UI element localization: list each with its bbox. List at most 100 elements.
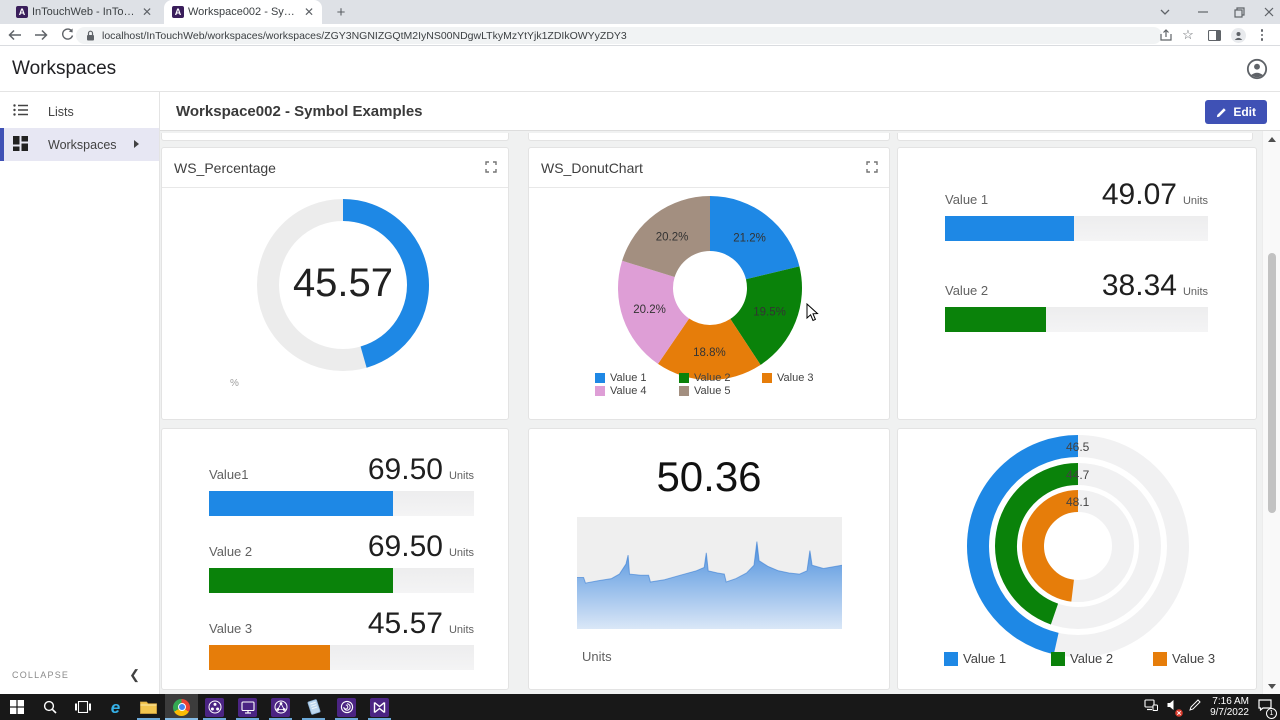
svg-text:18.8%: 18.8% bbox=[693, 347, 726, 359]
bar-label: Value 2 bbox=[945, 283, 988, 298]
address-bar[interactable]: localhost/InTouchWeb/workspaces/workspac… bbox=[76, 27, 1162, 44]
scrollbar-thumb[interactable] bbox=[1268, 253, 1276, 513]
svg-text:19.5%: 19.5% bbox=[753, 306, 786, 318]
legend-label: Value 2 bbox=[1070, 651, 1113, 666]
svg-text:20.2%: 20.2% bbox=[656, 231, 689, 243]
fullscreen-icon[interactable] bbox=[865, 161, 879, 175]
bar-track bbox=[209, 491, 474, 516]
tab-title: InTouchWeb - InTouch Introduction bbox=[32, 6, 136, 18]
trend-value: 50.36 bbox=[529, 453, 889, 501]
scroll-down-icon[interactable] bbox=[1263, 678, 1280, 694]
aveva-favicon: A bbox=[172, 6, 184, 18]
card-partial bbox=[161, 133, 509, 141]
new-tab-button[interactable]: + bbox=[330, 3, 352, 21]
bookmark-star-icon[interactable]: ☆ bbox=[1178, 26, 1198, 44]
sidebar-item-label: Lists bbox=[48, 105, 74, 119]
pen-tray-icon[interactable] bbox=[1189, 698, 1201, 716]
fullscreen-icon[interactable] bbox=[484, 161, 498, 175]
url-text: localhost/InTouchWeb/workspaces/workspac… bbox=[102, 30, 627, 42]
window-restore-button[interactable] bbox=[1222, 0, 1256, 24]
card-title: WS_Percentage bbox=[174, 160, 276, 176]
legend-label: Value 4 bbox=[610, 385, 647, 397]
intouch-app-icon[interactable] bbox=[231, 694, 264, 720]
sidebar-collapse[interactable]: COLLAPSE ❮ bbox=[0, 664, 160, 686]
browser-tab-intouchweb[interactable]: A InTouchWeb - InTouch Introduction ✕ bbox=[8, 0, 160, 24]
donut-chart: 21.2%19.5%18.8%20.2%20.2% bbox=[529, 188, 891, 388]
bar-value: 45.57 bbox=[368, 607, 443, 641]
windows-taskbar: e bbox=[0, 694, 1280, 720]
network-app-icon[interactable] bbox=[264, 694, 297, 720]
legend-swatch bbox=[762, 373, 772, 383]
bar-row: Value 3 45.57 Units bbox=[209, 607, 474, 670]
system-management-console-icon[interactable] bbox=[198, 694, 231, 720]
window-menu-chevron-icon[interactable] bbox=[1148, 0, 1182, 24]
system-tray: 7:16 AM 9/7/2022 1 bbox=[1144, 694, 1280, 720]
side-panel-icon[interactable] bbox=[1204, 26, 1224, 44]
volume-muted-icon[interactable] bbox=[1167, 698, 1180, 716]
historian-app-icon[interactable] bbox=[363, 694, 396, 720]
reload-icon[interactable] bbox=[56, 26, 78, 44]
bar-row: Value 2 38.34Units bbox=[945, 269, 1208, 332]
share-icon[interactable] bbox=[1156, 26, 1176, 44]
window-minimize-button[interactable] bbox=[1186, 0, 1220, 24]
list-icon bbox=[13, 103, 29, 120]
tab-close-icon[interactable]: ✕ bbox=[140, 5, 154, 19]
percentage-value: 45.57 bbox=[193, 261, 493, 306]
window-close-button[interactable] bbox=[1252, 0, 1280, 24]
forward-icon[interactable] bbox=[30, 26, 52, 44]
edit-button-label: Edit bbox=[1233, 105, 1256, 119]
network-tray-icon[interactable] bbox=[1144, 698, 1158, 716]
vertical-scrollbar[interactable] bbox=[1262, 131, 1280, 694]
bar-unit: Units bbox=[449, 470, 474, 482]
account-icon[interactable] bbox=[1246, 58, 1268, 80]
edit-button[interactable]: Edit bbox=[1205, 100, 1267, 124]
legend-item: Value 1 bbox=[595, 372, 647, 384]
internet-explorer-icon[interactable]: e bbox=[99, 694, 132, 720]
bar-label: Value 3 bbox=[209, 621, 252, 636]
sidebar-item-lists[interactable]: Lists bbox=[0, 95, 159, 128]
legend-item: Value 2 bbox=[679, 372, 731, 384]
bar-fill bbox=[209, 645, 330, 670]
legend-label: Value 5 bbox=[694, 385, 731, 397]
bar-value: 69.50 bbox=[368, 530, 443, 564]
legend-swatch bbox=[595, 373, 605, 383]
percentage-unit: % bbox=[230, 378, 239, 389]
bar-row: Value 2 69.50Units bbox=[209, 530, 474, 593]
bar-unit: Units bbox=[449, 624, 474, 636]
svg-text:44.7: 44.7 bbox=[1066, 468, 1090, 482]
bar-unit: Units bbox=[1183, 195, 1208, 207]
app-title: Workspaces bbox=[12, 58, 116, 80]
mouse-cursor bbox=[806, 303, 820, 328]
svg-text:21.2%: 21.2% bbox=[733, 233, 766, 245]
tab-close-icon[interactable]: ✕ bbox=[302, 5, 316, 19]
legend-label: Value 1 bbox=[610, 372, 647, 384]
task-view-icon[interactable] bbox=[66, 694, 99, 720]
action-center-icon[interactable]: 1 bbox=[1258, 698, 1272, 716]
trend-unit: Units bbox=[582, 649, 612, 664]
profile-avatar[interactable] bbox=[1228, 26, 1248, 44]
card-bars-bottom: Value1 69.50Units Value 2 69.50Units Val… bbox=[161, 428, 509, 690]
taskbar-search-icon[interactable] bbox=[33, 694, 66, 720]
sidebar-item-workspaces[interactable]: Workspaces bbox=[0, 128, 159, 161]
legend-swatch bbox=[1051, 652, 1065, 666]
card-ws-donutchart: WS_DonutChart 21.2%19.5%18.8%20.2%20.2% … bbox=[528, 147, 890, 420]
bar-fill bbox=[209, 491, 393, 516]
browser-tab-workspace002[interactable]: A Workspace002 - Symbol Examples ✕ bbox=[164, 0, 322, 24]
start-button[interactable] bbox=[0, 694, 33, 720]
windowmaker-notebook-icon[interactable] bbox=[297, 694, 330, 720]
back-icon[interactable] bbox=[4, 26, 26, 44]
card-trend: 50.36 Units bbox=[528, 428, 890, 690]
legend-label: Value 1 bbox=[963, 651, 1006, 666]
submenu-caret-icon bbox=[134, 140, 139, 148]
card-header: WS_DonutChart bbox=[529, 148, 889, 188]
browser-menu-icon[interactable] bbox=[1252, 26, 1272, 44]
chrome-icon[interactable] bbox=[165, 694, 198, 720]
file-explorer-icon[interactable] bbox=[132, 694, 165, 720]
taskbar-clock[interactable]: 7:16 AM 9/7/2022 bbox=[1210, 696, 1249, 718]
license-manager-icon[interactable] bbox=[330, 694, 363, 720]
radial-gauge-chart: 46.544.748.1 bbox=[898, 429, 1258, 659]
scroll-up-icon[interactable] bbox=[1263, 131, 1280, 147]
bar-unit: Units bbox=[449, 547, 474, 559]
bar-label: Value 1 bbox=[945, 192, 988, 207]
tab-title: Workspace002 - Symbol Examples bbox=[188, 6, 298, 18]
